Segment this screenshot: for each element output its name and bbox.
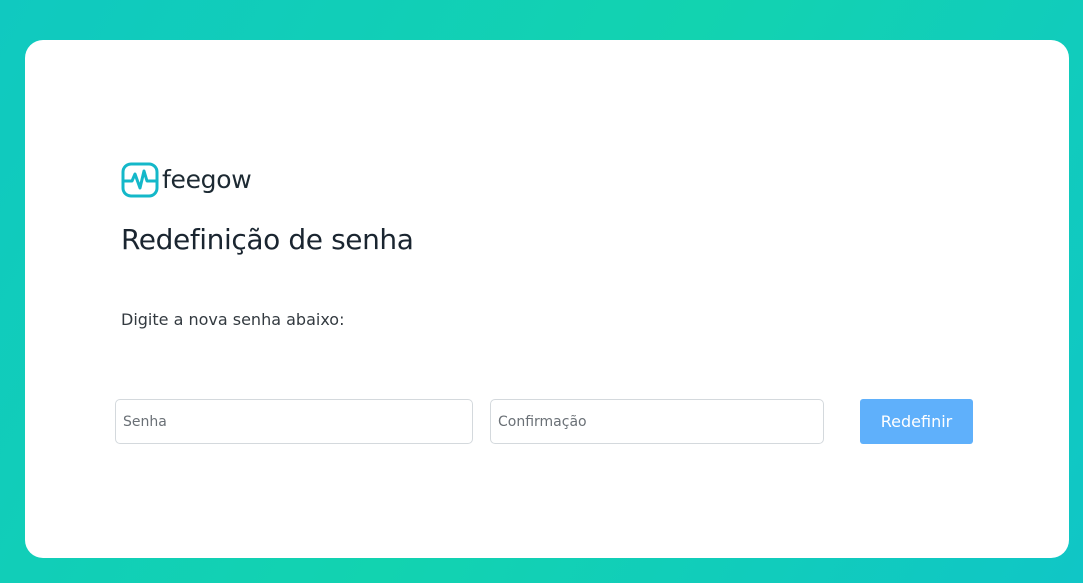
instruction-text: Digite a nova senha abaixo:: [121, 310, 345, 329]
reset-password-card: feegow Redefinição de senha Digite a nov…: [25, 40, 1069, 558]
password-confirm-input[interactable]: [490, 399, 824, 444]
feegow-logo: feegow: [121, 160, 252, 200]
password-input[interactable]: [115, 399, 473, 444]
brand-name: feegow: [162, 165, 252, 194]
redefine-button[interactable]: Redefinir: [860, 399, 973, 444]
page-title: Redefinição de senha: [121, 223, 414, 256]
pulse-monitor-icon: [121, 162, 159, 198]
